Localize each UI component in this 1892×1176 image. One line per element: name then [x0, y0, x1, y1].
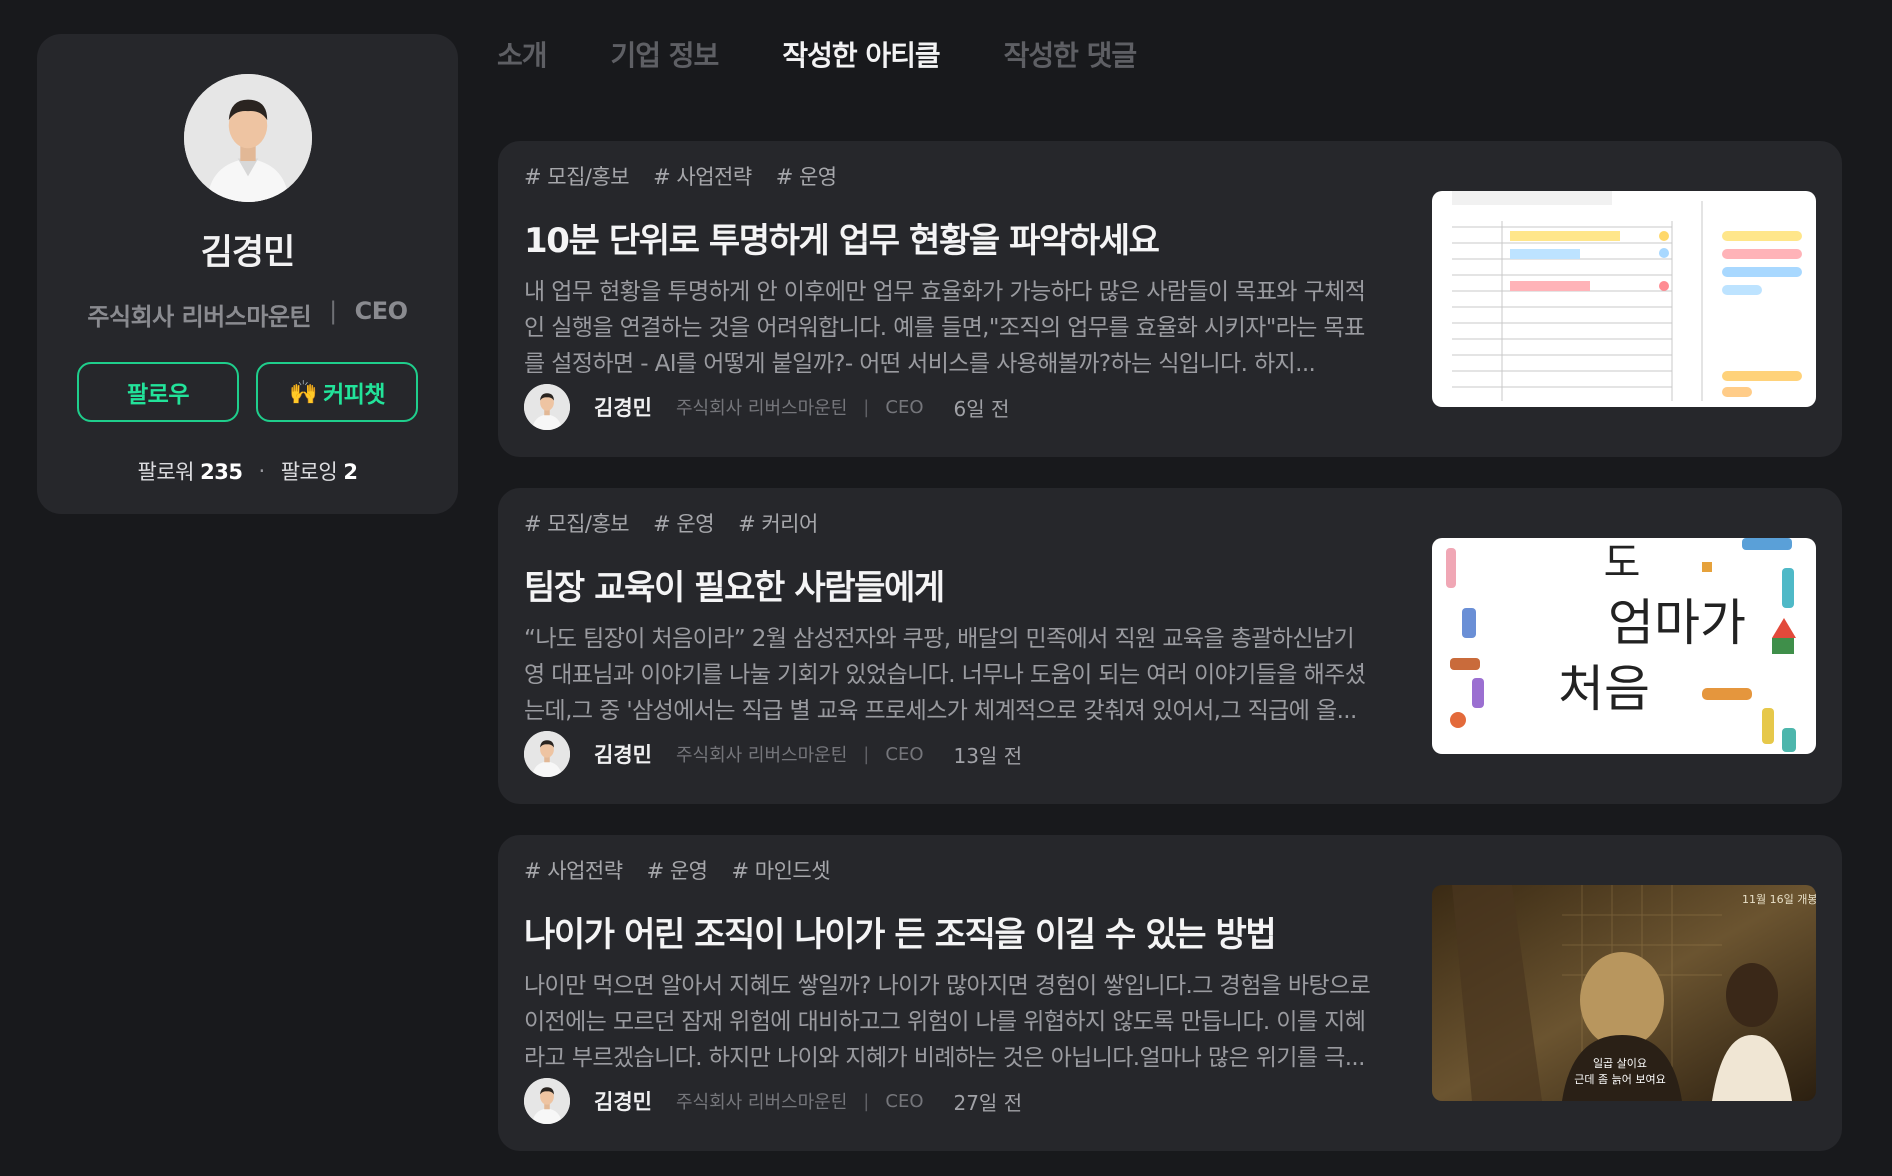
follow-button[interactable]: 팔로우 [77, 362, 239, 422]
coffeechat-button[interactable]: 🙌 커피챗 [256, 362, 418, 422]
tag[interactable]: # 마인드셋 [731, 855, 830, 885]
person-photo-icon [183, 74, 312, 202]
divider: | [863, 396, 870, 418]
profile-role: CEO [354, 297, 408, 325]
following-label: 팔로잉 [280, 460, 338, 484]
following-count: 2 [343, 460, 358, 484]
article-title[interactable]: 나이가 어린 조직이 나이가 든 조직을 이길 수 있는 방법 [524, 907, 1374, 956]
tag-list: # 사업전략 # 운영 # 마인드셋 [524, 855, 1374, 885]
author-company: 주식회사 리버스마운틴 [675, 398, 848, 419]
article-thumbnail[interactable]: 도 엄마가 처음 [1432, 538, 1816, 754]
tag[interactable]: # 커리어 [738, 508, 818, 538]
followers-count: 235 [200, 460, 243, 484]
post-time: 13일 전 [953, 743, 1023, 768]
profile-name: 김경민 [200, 233, 296, 273]
article-title[interactable]: 팀장 교육이 필요한 사람들에게 [524, 560, 1374, 609]
profile-company: 주식회사 리버스마운틴 [87, 303, 312, 331]
following-link[interactable]: 팔로잉 2 [281, 456, 358, 486]
author-role: CEO [885, 396, 924, 418]
article-thumbnail[interactable]: 11월 16일 개봉 일곱 살이요 근데 좀 늙어 보여요 [1432, 885, 1816, 1101]
article-card[interactable]: # 모집/홍보 # 사업전략 # 운영 10분 단위로 투명하게 업무 현황을 … [498, 141, 1842, 457]
tag[interactable]: # 사업전략 [653, 161, 752, 191]
article-card[interactable]: # 사업전략 # 운영 # 마인드셋 나이가 어린 조직이 나이가 든 조직을 … [498, 835, 1842, 1151]
follow-stats: 팔로워 235 · 팔로잉 2 [138, 456, 358, 486]
post-time: 6일 전 [953, 396, 1010, 421]
tag[interactable]: # 운영 [653, 508, 714, 538]
followers-link[interactable]: 팔로워 235 [137, 456, 244, 486]
cover-title-line: 도 [1604, 540, 1641, 586]
coffeechat-label: 커피챗 [323, 382, 386, 408]
person-photo-icon [524, 1078, 570, 1124]
raised-hands-icon: 🙌 [288, 379, 318, 406]
movie-still-image: 11월 16일 개봉 일곱 살이요 근데 좀 늙어 보여요 [1432, 885, 1816, 1101]
movie-subtitle: 근데 좀 늙어 보여요 [1574, 1073, 1665, 1086]
tag[interactable]: # 모집/홍보 [524, 508, 630, 538]
author-name[interactable]: 김경민 [594, 392, 652, 422]
tag-list: # 모집/홍보 # 사업전략 # 운영 [524, 161, 1374, 191]
post-time: 27일 전 [953, 1090, 1023, 1115]
article-title[interactable]: 10분 단위로 투명하게 업무 현황을 파악하세요 [524, 213, 1374, 262]
article-excerpt: “나도 팀장이 처음이라” 2월 삼성전자와 쿠팡, 배달의 민족에서 직원 교… [524, 626, 1366, 724]
movie-subtitle: 일곱 살이요 [1593, 1056, 1647, 1070]
author-role: CEO [885, 743, 924, 765]
author-avatar[interactable] [524, 384, 570, 430]
tab-written-comments[interactable]: 작성한 댓글 [1004, 34, 1138, 74]
author-company: 주식회사 리버스마운틴 [675, 1092, 848, 1113]
tag[interactable]: # 운영 [647, 855, 708, 885]
cover-title-line: 엄마가 [1608, 594, 1746, 652]
tag[interactable]: # 운영 [776, 161, 837, 191]
profile-meta: 주식회사 리버스마운틴 | CEO [87, 297, 408, 332]
followers-label: 팔로워 [137, 460, 195, 484]
tag[interactable]: # 사업전략 [524, 855, 623, 885]
article-excerpt: 내 업무 현황을 투명하게 안 이후에만 업무 효율화가 가능하다 많은 사람들… [524, 279, 1366, 377]
planner-image [1432, 191, 1816, 407]
article-text: # 모집/홍보 # 운영 # 커리어 팀장 교육이 필요한 사람들에게 “나도 … [524, 508, 1374, 729]
profile-card: 김경민 주식회사 리버스마운틴 | CEO 팔로우 🙌 커피챗 팔로워 235 … [37, 34, 458, 514]
tab-intro[interactable]: 소개 [497, 34, 548, 74]
movie-caption: 11월 16일 개봉 [1742, 892, 1816, 906]
author-name[interactable]: 김경민 [594, 1086, 652, 1116]
article-list: # 모집/홍보 # 사업전략 # 운영 10분 단위로 투명하게 업무 현황을 … [498, 141, 1842, 1176]
divider: | [863, 743, 870, 765]
divider: | [863, 1090, 870, 1112]
article-text: # 모집/홍보 # 사업전략 # 운영 10분 단위로 투명하게 업무 현황을 … [524, 161, 1374, 382]
cover-title-line: 처음 [1558, 660, 1650, 718]
person-photo-icon [524, 384, 570, 430]
dot-separator: · [258, 459, 266, 483]
author-name[interactable]: 김경민 [594, 739, 652, 769]
article-author: 김경민 주식회사 리버스마운틴 | CEO 13일 전 [524, 731, 1022, 777]
article-thumbnail[interactable] [1432, 191, 1816, 407]
author-company: 주식회사 리버스마운틴 [675, 745, 848, 766]
article-author: 김경민 주식회사 리버스마운틴 | CEO 27일 전 [524, 1078, 1022, 1124]
article-author: 김경민 주식회사 리버스마운틴 | CEO 6일 전 [524, 384, 1009, 430]
avatar[interactable] [183, 74, 312, 202]
person-photo-icon [524, 731, 570, 777]
profile-actions: 팔로우 🙌 커피챗 [77, 362, 418, 422]
article-excerpt: 나이만 먹으면 알아서 지혜도 쌓일까? 나이가 많아지면 경험이 쌓입니다.그… [524, 973, 1371, 1071]
article-text: # 사업전략 # 운영 # 마인드셋 나이가 어린 조직이 나이가 든 조직을 … [524, 855, 1374, 1076]
divider: | [329, 297, 337, 325]
tag-list: # 모집/홍보 # 운영 # 커리어 [524, 508, 1374, 538]
author-role: CEO [885, 1090, 924, 1112]
author-avatar[interactable] [524, 1078, 570, 1124]
tab-company-info[interactable]: 기업 정보 [611, 34, 720, 74]
author-avatar[interactable] [524, 731, 570, 777]
tag[interactable]: # 모집/홍보 [524, 161, 630, 191]
tab-written-articles[interactable]: 작성한 아티클 [782, 34, 940, 74]
book-cover-image: 도 엄마가 처음 [1432, 538, 1816, 754]
profile-tabs: 소개 기업 정보 작성한 아티클 작성한 댓글 [497, 34, 1138, 74]
article-card[interactable]: # 모집/홍보 # 운영 # 커리어 팀장 교육이 필요한 사람들에게 “나도 … [498, 488, 1842, 804]
